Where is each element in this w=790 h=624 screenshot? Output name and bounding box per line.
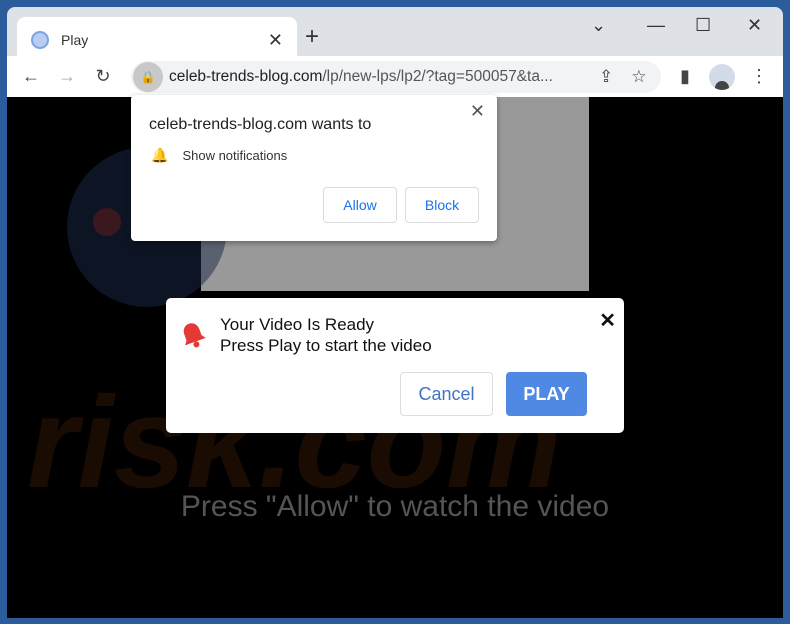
menu-icon[interactable]: ⋮: [741, 66, 777, 87]
back-button[interactable]: ←: [13, 66, 49, 87]
url-domain: celeb-trends-blog.com: [169, 68, 323, 85]
maximize-button[interactable]: ☐: [695, 15, 711, 36]
profile-avatar-icon[interactable]: [709, 64, 735, 90]
url-path: /lp/new-lps/lp2/?tag=500057&ta...: [322, 68, 553, 85]
allow-button[interactable]: Allow: [323, 187, 397, 223]
tab-search-icon[interactable]: ⌄: [591, 15, 606, 36]
permission-heading: celeb-trends-blog.com wants to: [149, 116, 372, 133]
minimize-button[interactable]: —: [647, 15, 665, 36]
notification-permission-prompt: ✕ celeb-trends-blog.com wants to 🔔 Show n…: [131, 95, 497, 241]
close-window-button[interactable]: ✕: [747, 15, 762, 36]
red-bell-icon: [183, 323, 206, 348]
browser-window: Play ✕ + ⌄ — ☐ ✕ ← → ↻ 🔒 celeb-trends-bl…: [7, 7, 783, 618]
bookmark-star-icon[interactable]: ☆: [631, 67, 646, 87]
toolbar: ← → ↻ 🔒 celeb-trends-blog.com/lp/new-lps…: [7, 56, 783, 97]
address-bar[interactable]: 🔒 celeb-trends-blog.com/lp/new-lps/lp2/?…: [131, 61, 661, 93]
forward-button[interactable]: →: [49, 66, 85, 87]
url-text[interactable]: celeb-trends-blog.com/lp/new-lps/lp2/?ta…: [169, 68, 581, 86]
dialog-subtitle: Press Play to start the video: [220, 336, 432, 355]
lock-icon[interactable]: 🔒: [133, 62, 163, 92]
permission-item: Show notifications: [182, 148, 288, 163]
block-button[interactable]: Block: [405, 187, 479, 223]
side-panel-icon[interactable]: ▮: [667, 66, 703, 87]
tab-close-icon[interactable]: ✕: [268, 30, 283, 51]
reload-button[interactable]: ↻: [85, 66, 121, 87]
share-icon[interactable]: ⇪: [599, 67, 613, 87]
allow-instruction-text: Press "Allow" to watch the video: [180, 490, 610, 523]
bell-icon: 🔔: [151, 147, 169, 163]
dialog-title: Your Video Is Ready: [220, 315, 375, 334]
play-button[interactable]: PLAY: [506, 372, 587, 416]
page-content: risk.com Press "Allow" to watch the vide…: [7, 95, 783, 618]
permission-close-icon[interactable]: ✕: [470, 101, 485, 122]
tab-title: Play: [61, 32, 89, 48]
dialog-close-icon[interactable]: ✕: [599, 308, 616, 333]
new-tab-button[interactable]: +: [305, 23, 319, 51]
cancel-button[interactable]: Cancel: [400, 372, 493, 416]
video-ready-dialog: Your Video Is Ready Press Play to start …: [166, 298, 624, 433]
favicon-icon: [31, 31, 49, 49]
